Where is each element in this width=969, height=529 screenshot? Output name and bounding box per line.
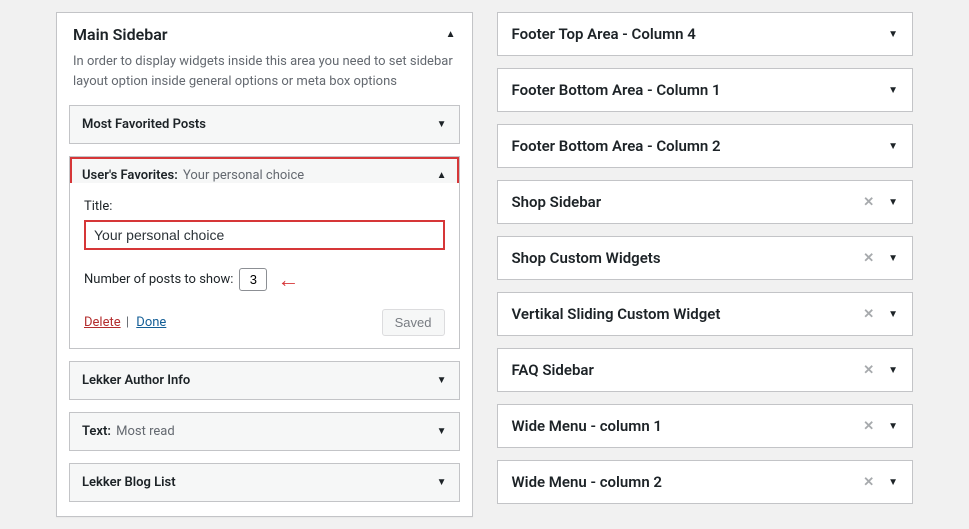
panel-header[interactable]: Main Sidebar ▲: [57, 13, 472, 52]
sidebar-area-item[interactable]: Wide Menu - column 1 ✕ ▼: [497, 404, 914, 448]
chevron-up-icon: ▲: [437, 170, 447, 181]
widget-label: Lekker Blog List: [82, 475, 176, 490]
close-icon[interactable]: ✕: [863, 475, 874, 490]
title-label: Title:: [84, 199, 445, 214]
sidebar-area-label: Shop Custom Widgets: [512, 249, 661, 267]
done-link[interactable]: Done: [136, 315, 166, 330]
sidebar-area-item[interactable]: Vertikal Sliding Custom Widget ✕ ▼: [497, 292, 914, 336]
close-icon[interactable]: ✕: [863, 251, 874, 266]
widget-lekker-author-info[interactable]: Lekker Author Info ▼: [69, 361, 460, 400]
sidebar-area-item[interactable]: Footer Bottom Area - Column 2 ▼: [497, 124, 914, 168]
sidebar-area-label: Wide Menu - column 1: [512, 417, 663, 435]
widget-subtitle: Most read: [116, 424, 175, 439]
sidebar-area-item[interactable]: Wide Menu - column 2 ✕ ▼: [497, 460, 914, 504]
chevron-down-icon: ▼: [888, 29, 898, 40]
close-icon[interactable]: ✕: [863, 419, 874, 434]
sidebar-area-item[interactable]: FAQ Sidebar ✕ ▼: [497, 348, 914, 392]
panel-description: In order to display widgets inside this …: [57, 52, 472, 105]
widget-label: User's Favorites:: [82, 168, 178, 183]
sidebar-area-list: Footer Top Area - Column 4▼Footer Bottom…: [497, 12, 914, 517]
sidebar-area-item[interactable]: Shop Sidebar ✕ ▼: [497, 180, 914, 224]
saved-button: Saved: [382, 309, 445, 336]
chevron-down-icon: ▼: [888, 85, 898, 96]
widget-label: Text:: [82, 424, 111, 439]
widget-users-favorites-body: Title: Number of posts to show: ← Delete…: [69, 183, 460, 349]
sidebar-area-label: Shop Sidebar: [512, 193, 602, 211]
chevron-down-icon: ▼: [888, 477, 898, 488]
sidebar-area-item[interactable]: Shop Custom Widgets ✕ ▼: [497, 236, 914, 280]
arrow-left-icon: ←: [277, 270, 299, 292]
title-input[interactable]: [84, 220, 445, 250]
chevron-up-icon: ▲: [446, 29, 456, 40]
panel-title: Main Sidebar: [73, 25, 168, 44]
sidebar-area-label: Vertikal Sliding Custom Widget: [512, 305, 721, 323]
chevron-down-icon: ▼: [888, 197, 898, 208]
chevron-down-icon: ▼: [437, 426, 447, 437]
sidebar-area-label: Footer Bottom Area - Column 1: [512, 81, 721, 99]
separator: |: [126, 315, 129, 330]
sidebar-area-item[interactable]: Footer Top Area - Column 4 ▼: [497, 12, 914, 56]
chevron-down-icon: ▼: [888, 421, 898, 432]
chevron-down-icon: ▼: [888, 365, 898, 376]
main-sidebar-panel: Main Sidebar ▲ In order to display widge…: [56, 12, 473, 517]
sidebar-area-label: Footer Bottom Area - Column 2: [512, 137, 721, 155]
widget-label: Most Favorited Posts: [82, 117, 206, 132]
posts-label: Number of posts to show:: [84, 272, 233, 287]
close-icon[interactable]: ✕: [863, 195, 874, 210]
widget-lekker-blog-list[interactable]: Lekker Blog List ▼: [69, 463, 460, 502]
close-icon[interactable]: ✕: [863, 307, 874, 322]
posts-input[interactable]: [239, 268, 267, 291]
sidebar-area-label: Footer Top Area - Column 4: [512, 25, 696, 43]
delete-link[interactable]: Delete: [84, 315, 121, 330]
widget-most-favorited-posts[interactable]: Most Favorited Posts ▼: [69, 105, 460, 144]
sidebar-area-label: FAQ Sidebar: [512, 361, 594, 379]
chevron-down-icon: ▼: [437, 119, 447, 130]
close-icon[interactable]: ✕: [863, 363, 874, 378]
widget-label: Lekker Author Info: [82, 373, 190, 388]
sidebar-area-item[interactable]: Footer Bottom Area - Column 1 ▼: [497, 68, 914, 112]
widget-list: Most Favorited Posts ▼ User's Favorites:…: [57, 105, 472, 516]
chevron-down-icon: ▼: [437, 477, 447, 488]
widget-text-most-read[interactable]: Text: Most read ▼: [69, 412, 460, 451]
widget-subtitle: Your personal choice: [183, 168, 304, 183]
chevron-down-icon: ▼: [888, 253, 898, 264]
chevron-down-icon: ▼: [437, 375, 447, 386]
sidebar-area-label: Wide Menu - column 2: [512, 473, 663, 491]
chevron-down-icon: ▼: [888, 141, 898, 152]
chevron-down-icon: ▼: [888, 309, 898, 320]
